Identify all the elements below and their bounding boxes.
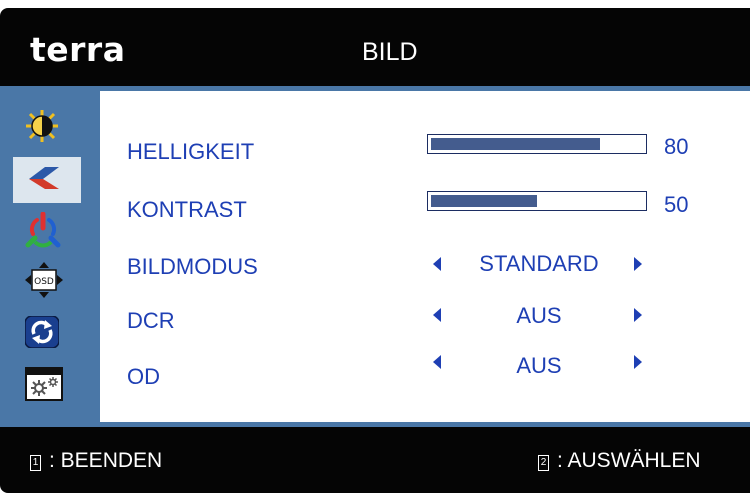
dcr-value: AUS bbox=[516, 303, 562, 328]
sidebar-item-setup[interactable] bbox=[13, 363, 81, 409]
osd-menu-frame: terra BILD OSD HELLIGKEIT 80 KONTRAST 50… bbox=[0, 8, 750, 493]
exit-hint[interactable]: 1 : BEENDEN bbox=[30, 449, 162, 473]
svg-text:OSD: OSD bbox=[34, 277, 54, 287]
osd-header: terra BILD bbox=[0, 8, 750, 86]
dcr-prev-arrow[interactable] bbox=[433, 308, 441, 322]
od-value: AUS bbox=[516, 353, 562, 378]
sidebar-item-osd[interactable]: OSD bbox=[13, 259, 81, 305]
sidebar-item-brightness[interactable] bbox=[13, 105, 81, 151]
od-next-arrow[interactable] bbox=[634, 355, 642, 369]
sidebar-item-color[interactable] bbox=[13, 209, 81, 255]
kontrast-slider-fill bbox=[431, 195, 537, 207]
reset-icon bbox=[24, 314, 60, 353]
exit-label: : BEENDEN bbox=[49, 449, 163, 472]
osd-footer: 1 : BEENDEN 2 : AUSWÄHLEN bbox=[0, 427, 750, 493]
kontrast-slider[interactable] bbox=[427, 191, 647, 211]
dcr-next-arrow[interactable] bbox=[634, 308, 642, 322]
key-2-icon: 2 bbox=[538, 455, 549, 471]
kontrast-value: 50 bbox=[664, 192, 689, 217]
key-1-icon: 1 bbox=[30, 455, 41, 471]
menu-content: HELLIGKEIT 80 KONTRAST 50 BILDMODUS STAN… bbox=[100, 91, 750, 422]
sidebar-item-picture[interactable] bbox=[13, 157, 81, 203]
kontrast-label: KONTRAST bbox=[127, 197, 247, 222]
bildmodus-value: STANDARD bbox=[479, 251, 599, 276]
menu-title: BILD bbox=[362, 38, 418, 66]
sidebar-item-reset[interactable] bbox=[13, 311, 81, 357]
setup-icon bbox=[25, 366, 63, 406]
od-prev-arrow[interactable] bbox=[433, 355, 441, 369]
od-label: OD bbox=[127, 364, 160, 389]
dcr-label: DCR bbox=[127, 308, 175, 333]
helligkeit-slider-fill bbox=[431, 138, 600, 150]
select-hint[interactable]: 2 : AUSWÄHLEN bbox=[538, 449, 701, 473]
brightness-contrast-icon bbox=[25, 109, 59, 148]
helligkeit-slider[interactable] bbox=[427, 134, 647, 154]
bildmodus-prev-arrow[interactable] bbox=[433, 257, 441, 271]
helligkeit-label: HELLIGKEIT bbox=[127, 139, 255, 164]
color-rgb-icon bbox=[25, 211, 61, 253]
osd-settings-icon: OSD bbox=[25, 261, 63, 303]
sidebar: OSD bbox=[0, 91, 100, 422]
brand-logo: terra bbox=[30, 30, 126, 69]
helligkeit-value: 80 bbox=[664, 134, 689, 159]
picture-mode-icon bbox=[25, 161, 63, 200]
bildmodus-label: BILDMODUS bbox=[127, 254, 258, 279]
bildmodus-next-arrow[interactable] bbox=[634, 257, 642, 271]
select-label: : AUSWÄHLEN bbox=[557, 449, 701, 472]
